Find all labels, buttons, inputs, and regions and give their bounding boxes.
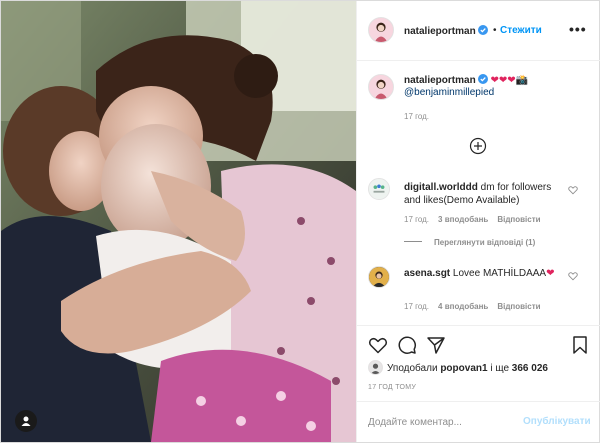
heart-emoji: ❤ bbox=[546, 268, 555, 279]
mention-link[interactable]: @benjaminmillepied bbox=[404, 87, 494, 98]
caption-time: 17 год. bbox=[404, 112, 430, 121]
likes-count: 366 026 bbox=[511, 363, 548, 374]
comment-body: Lovee MATHİLDAAA bbox=[452, 268, 547, 279]
reply-button[interactable]: Відповісти bbox=[497, 215, 540, 224]
comment-likes[interactable]: 4 вподобань bbox=[438, 302, 488, 311]
post-timestamp: 17 ГОД ТОМУ bbox=[368, 384, 417, 391]
commenter-avatar[interactable] bbox=[368, 178, 390, 200]
caption-text: natalieportman ❤❤❤📸 bbox=[404, 74, 528, 86]
comment-meta: 17 год. 3 вподобань Відповісти bbox=[404, 215, 550, 224]
user-icon bbox=[21, 416, 31, 426]
comment-like-icon[interactable] bbox=[568, 185, 578, 195]
caption-username[interactable]: natalieportman bbox=[404, 75, 476, 86]
post-details-panel: natalieportman • Стежити ••• natalieport… bbox=[356, 1, 600, 442]
heart-icon bbox=[368, 337, 388, 354]
post-header: natalieportman • Стежити ••• bbox=[357, 1, 600, 61]
liker-avatar[interactable] bbox=[368, 360, 383, 375]
view-replies-button[interactable]: Переглянути відповіді (1) bbox=[404, 238, 535, 247]
comment-username[interactable]: digitall.worlddd bbox=[404, 182, 478, 193]
more-options-button[interactable]: ••• bbox=[569, 21, 587, 37]
plus-circle-icon bbox=[469, 137, 487, 155]
comment-likes[interactable]: 3 вподобань bbox=[438, 215, 488, 224]
caption-avatar[interactable] bbox=[368, 74, 394, 100]
share-button[interactable] bbox=[426, 335, 446, 355]
verified-badge-icon bbox=[477, 74, 488, 84]
camera-emoji: 📸 bbox=[515, 75, 529, 86]
save-button[interactable] bbox=[570, 335, 590, 355]
comment-text: digitall.worlddd dm for followers and li… bbox=[404, 181, 569, 207]
paper-plane-icon bbox=[427, 337, 445, 354]
comment-input[interactable] bbox=[368, 414, 518, 430]
instagram-post: natalieportman • Стежити ••• natalieport… bbox=[0, 0, 600, 443]
replies-divider bbox=[404, 241, 422, 242]
author-username[interactable]: natalieportman bbox=[404, 25, 488, 37]
add-comment-bar: Опублікувати bbox=[357, 401, 600, 442]
comment-text: asena.sgt Lovee MATHİLDAAA❤ bbox=[404, 267, 569, 280]
commenter-avatar[interactable] bbox=[368, 266, 390, 288]
header-separator: • bbox=[493, 25, 497, 36]
follow-button[interactable]: Стежити bbox=[500, 25, 542, 36]
likes-text[interactable]: Уподобали popovan1 і ще 366 026 bbox=[387, 363, 548, 374]
reply-button[interactable]: Відповісти bbox=[497, 302, 540, 311]
verified-badge-icon bbox=[477, 25, 488, 35]
comment-meta: 17 год. 4 вподобань Відповісти bbox=[404, 302, 550, 311]
action-bar bbox=[357, 325, 600, 365]
like-button[interactable] bbox=[368, 335, 388, 355]
bookmark-icon bbox=[573, 336, 587, 354]
load-more-comments-button[interactable] bbox=[469, 137, 487, 155]
post-photo[interactable] bbox=[1, 1, 356, 442]
author-avatar[interactable] bbox=[368, 17, 394, 43]
comment-icon bbox=[398, 336, 416, 354]
comment-username[interactable]: asena.sgt bbox=[404, 268, 450, 279]
liker-username[interactable]: popovan1 bbox=[440, 363, 487, 374]
publish-button[interactable]: Опублікувати bbox=[523, 416, 591, 427]
comment-time: 17 год. bbox=[404, 302, 430, 311]
comment-button[interactable] bbox=[397, 335, 417, 355]
post-photo-image bbox=[1, 1, 356, 442]
comment-like-icon[interactable] bbox=[568, 271, 578, 281]
hearts-emoji: ❤❤❤ bbox=[490, 75, 516, 86]
comment-time: 17 год. bbox=[404, 215, 430, 224]
tagged-user-button[interactable] bbox=[15, 410, 37, 432]
